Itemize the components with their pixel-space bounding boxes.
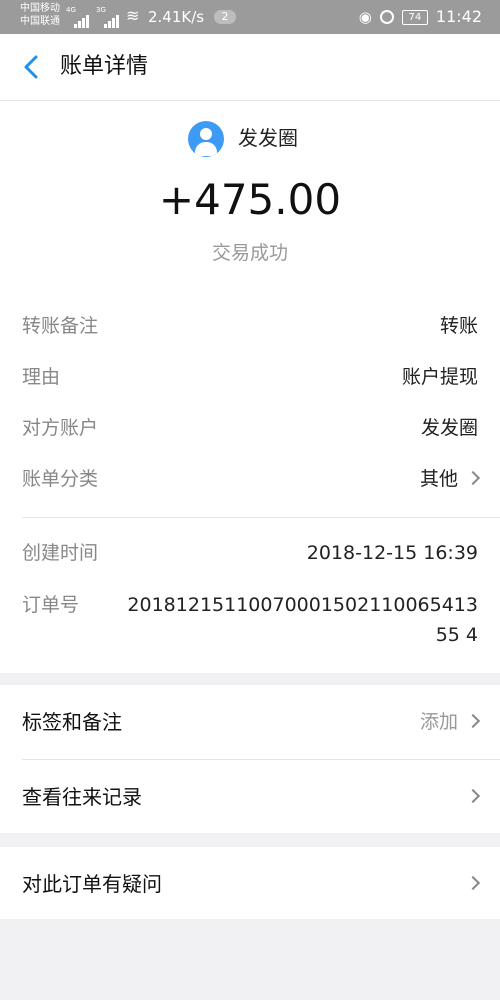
carrier-2: 中国联通 [20,16,60,27]
detail-label-category: 账单分类 [22,468,99,490]
alarm-icon [379,10,394,24]
order-number-label: 订单号 [22,594,80,616]
order-number-value: 2018121511007000150211006541355 4 [127,594,478,646]
carrier-1: 中国移动 [20,3,60,14]
tags-and-notes-row[interactable]: 标签和备注 添加 [0,685,500,759]
back-icon[interactable] [20,54,44,80]
status-bar: 中国移动 中国联通 4G 3G ≋ 2.41K/s 2 ◉ 74 11:42 [0,0,500,34]
created-time-value: 2018-12-15 16:39 [306,542,478,564]
detail-label-remark: 转账备注 [22,315,99,337]
battery-icon: 74 [401,9,428,25]
divider [22,517,500,518]
clock: 11:42 [435,7,482,26]
chevron-right-icon [465,788,481,803]
detail-value-remark: 转账 [439,315,478,337]
chevron-right-icon [465,875,481,890]
order-question-label: 对此订单有疑问 [22,872,162,896]
notification-badge: 2 [214,10,236,24]
detail-value-category: 其他 [419,468,458,490]
order-question-row[interactable]: 对此订单有疑问 [0,847,500,919]
page-title: 账单详情 [60,54,149,79]
detail-label-reason: 理由 [22,366,61,388]
carrier-info: 中国移动 中国联通 [20,2,60,28]
view-records-chevron [458,784,481,810]
signal-icon-2 [104,9,120,28]
payee-avatar-icon [188,121,224,157]
order-question-chevron [458,871,481,897]
add-tag-link[interactable]: 添加 [419,709,481,735]
actions-section: 标签和备注 添加 查看往来记录 [0,685,500,833]
chevron-right-icon [465,713,481,728]
view-records-row[interactable]: 查看往来记录 [0,760,500,834]
question-section: 对此订单有疑问 [0,847,500,919]
add-tag-text: 添加 [419,711,458,733]
detail-value-reason: 账户提现 [401,366,478,388]
payee-name: 发发圈 [238,126,298,150]
transaction-status: 交易成功 [211,242,288,264]
network-speed: 2.41K/s [148,8,205,26]
view-records-label: 查看往来记录 [22,785,142,809]
bill-detail-card: 发发圈 +475.00 交易成功 转账备注 转账 理由 账户提现 对方账户 发发… [0,101,500,673]
transaction-amount: +475.00 [158,175,342,224]
wifi-icon: ≋ [126,6,140,25]
navigation-header: 账单详情 [0,34,500,101]
eye-icon: ◉ [358,8,372,26]
tags-and-notes-label: 标签和备注 [22,710,122,734]
signal-icon [74,9,90,28]
detail-value-counterparty: 发发圈 [420,417,478,439]
created-time-label: 创建时间 [22,542,99,564]
bill-category-row[interactable]: 其他 [419,466,481,492]
detail-label-counterparty: 对方账户 [22,417,99,439]
chevron-right-icon [465,470,481,485]
